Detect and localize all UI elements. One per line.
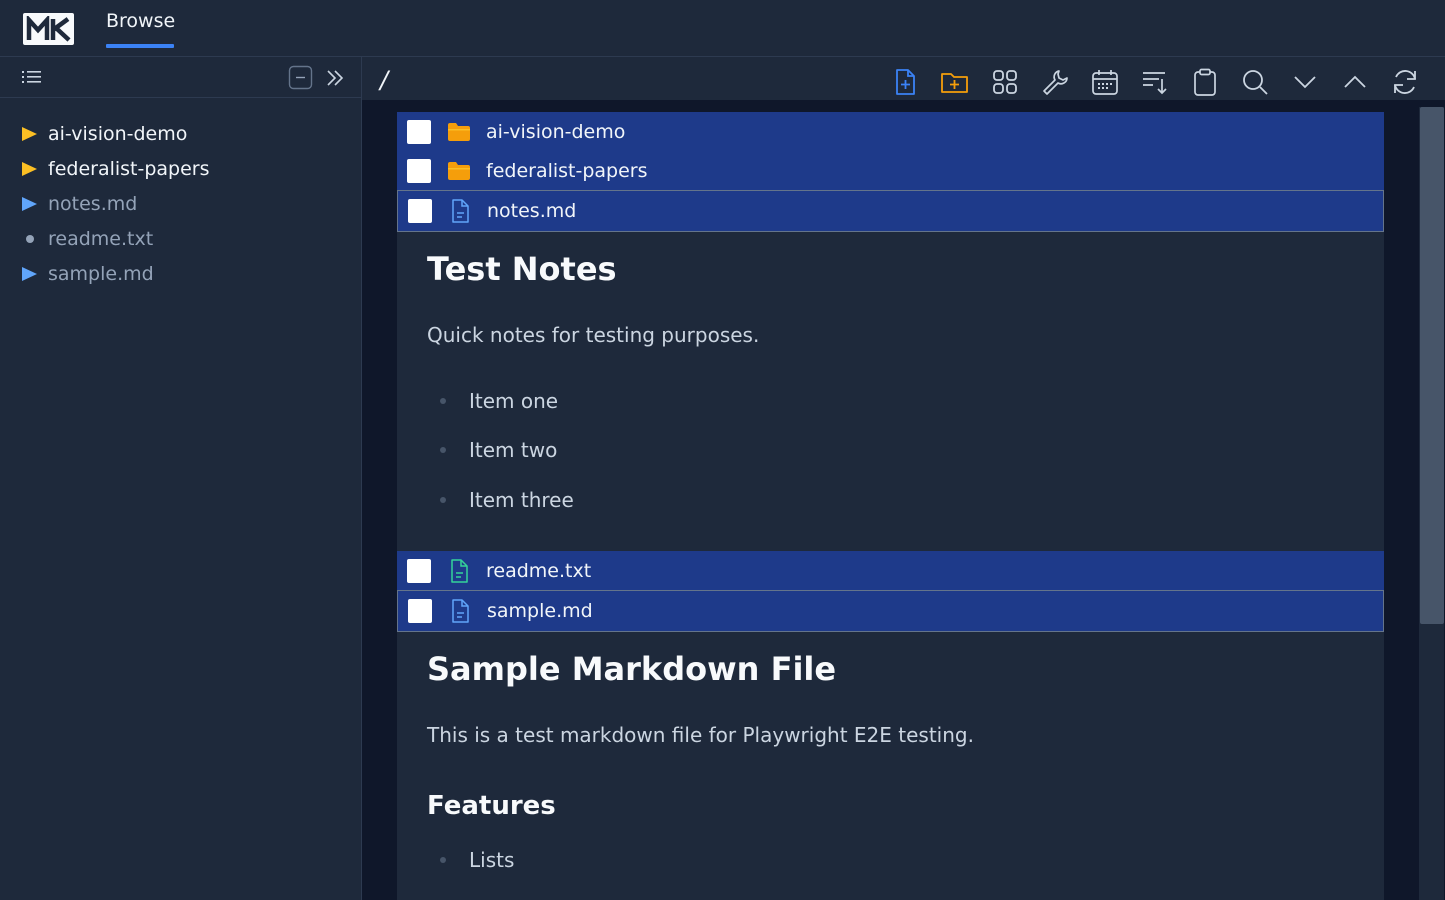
sort-button[interactable] — [1138, 65, 1172, 99]
grid-view-button[interactable] — [988, 65, 1022, 99]
chevron-up-icon — [1344, 75, 1366, 88]
list-item: Item two — [440, 438, 557, 462]
tree-item-sample-md[interactable]: sample.md — [0, 256, 361, 291]
row-label: sample.md — [487, 600, 593, 622]
scrollbar-thumb[interactable] — [1420, 107, 1444, 624]
tree-item-label: ai-vision-demo — [48, 122, 188, 145]
tree-item-federalist-papers[interactable]: federalist-papers — [0, 151, 361, 186]
tree-item-label: sample.md — [48, 262, 154, 285]
clipboard-button[interactable] — [1188, 65, 1222, 99]
tree-item-label: notes.md — [48, 192, 138, 215]
folder-icon — [447, 159, 471, 183]
file-txt-icon — [447, 559, 471, 583]
file-row-ai-vision-demo[interactable]: ai-vision-demo — [397, 112, 1384, 152]
tree-item-ai-vision-demo[interactable]: ai-vision-demo — [0, 116, 361, 151]
notes-preview-paragraph: Quick notes for testing purposes. — [427, 323, 760, 347]
row-checkbox[interactable] — [407, 559, 431, 583]
folder-expand-icon — [22, 161, 48, 176]
list-item: Lists — [440, 848, 514, 872]
tab-browse[interactable]: Browse — [106, 10, 175, 48]
list-item: Item three — [440, 488, 574, 512]
wrench-icon — [1043, 70, 1068, 95]
file-expand-icon — [22, 266, 48, 281]
file-row-readme-txt[interactable]: readme.txt — [397, 551, 1384, 591]
app-logo[interactable] — [23, 13, 74, 45]
current-path: / — [380, 66, 389, 94]
file-tree: ai-vision-demo federalist-papers notes.m… — [0, 98, 361, 291]
clipboard-icon — [1194, 68, 1216, 96]
tools-button[interactable] — [1038, 65, 1072, 99]
list-item: Item one — [440, 389, 558, 413]
tree-item-label: readme.txt — [48, 227, 154, 250]
file-md-icon — [448, 199, 472, 223]
new-folder-icon — [941, 73, 968, 93]
file-row-sample-md[interactable]: sample.md — [397, 590, 1384, 632]
logo-mark — [26, 16, 71, 42]
collapse-all-icon[interactable] — [288, 65, 313, 90]
row-checkbox[interactable] — [408, 199, 432, 223]
refresh-button[interactable] — [1388, 65, 1422, 99]
scroll-down-button[interactable] — [1288, 65, 1322, 99]
tab-active-indicator — [106, 44, 174, 48]
double-chevron-right-icon[interactable] — [324, 67, 346, 89]
tree-item-label: federalist-papers — [48, 157, 210, 180]
sample-preview-paragraph: This is a test markdown file for Playwri… — [427, 723, 974, 747]
grid-view-icon — [993, 70, 1017, 94]
row-checkbox[interactable] — [407, 159, 431, 183]
new-file-icon — [896, 69, 915, 95]
new-file-button[interactable] — [888, 65, 922, 99]
row-label: readme.txt — [486, 560, 592, 582]
file-row-federalist-papers[interactable]: federalist-papers — [397, 151, 1384, 191]
sidebar: ai-vision-demo federalist-papers notes.m… — [0, 57, 362, 900]
sample-preview-title: Sample Markdown File — [427, 650, 837, 688]
sort-icon — [1143, 72, 1167, 95]
list-icon[interactable] — [21, 68, 43, 86]
search-icon — [1243, 70, 1268, 95]
file-dot-icon — [22, 234, 48, 243]
notes-preview-title: Test Notes — [427, 250, 617, 288]
new-folder-button[interactable] — [938, 65, 972, 99]
top-bar: Browse — [0, 0, 1445, 57]
calendar-button[interactable] — [1088, 65, 1122, 99]
row-checkbox[interactable] — [407, 120, 431, 144]
folder-icon — [447, 120, 471, 144]
tree-item-readme-txt[interactable]: readme.txt — [0, 221, 361, 256]
search-button[interactable] — [1238, 65, 1272, 99]
file-md-icon — [448, 599, 472, 623]
sidebar-header — [0, 57, 361, 98]
file-expand-icon — [22, 196, 48, 211]
row-checkbox[interactable] — [408, 599, 432, 623]
calendar-icon — [1092, 70, 1118, 95]
row-label: ai-vision-demo — [486, 121, 626, 143]
features-heading: Features — [427, 791, 556, 821]
tree-item-notes-md[interactable]: notes.md — [0, 186, 361, 221]
row-label: notes.md — [487, 200, 577, 222]
folder-expand-icon — [22, 126, 48, 141]
refresh-icon — [1394, 70, 1416, 94]
scroll-up-button[interactable] — [1338, 65, 1372, 99]
chevron-down-icon — [1294, 76, 1316, 89]
row-label: federalist-papers — [486, 160, 648, 182]
file-row-notes-md[interactable]: notes.md — [397, 190, 1384, 232]
